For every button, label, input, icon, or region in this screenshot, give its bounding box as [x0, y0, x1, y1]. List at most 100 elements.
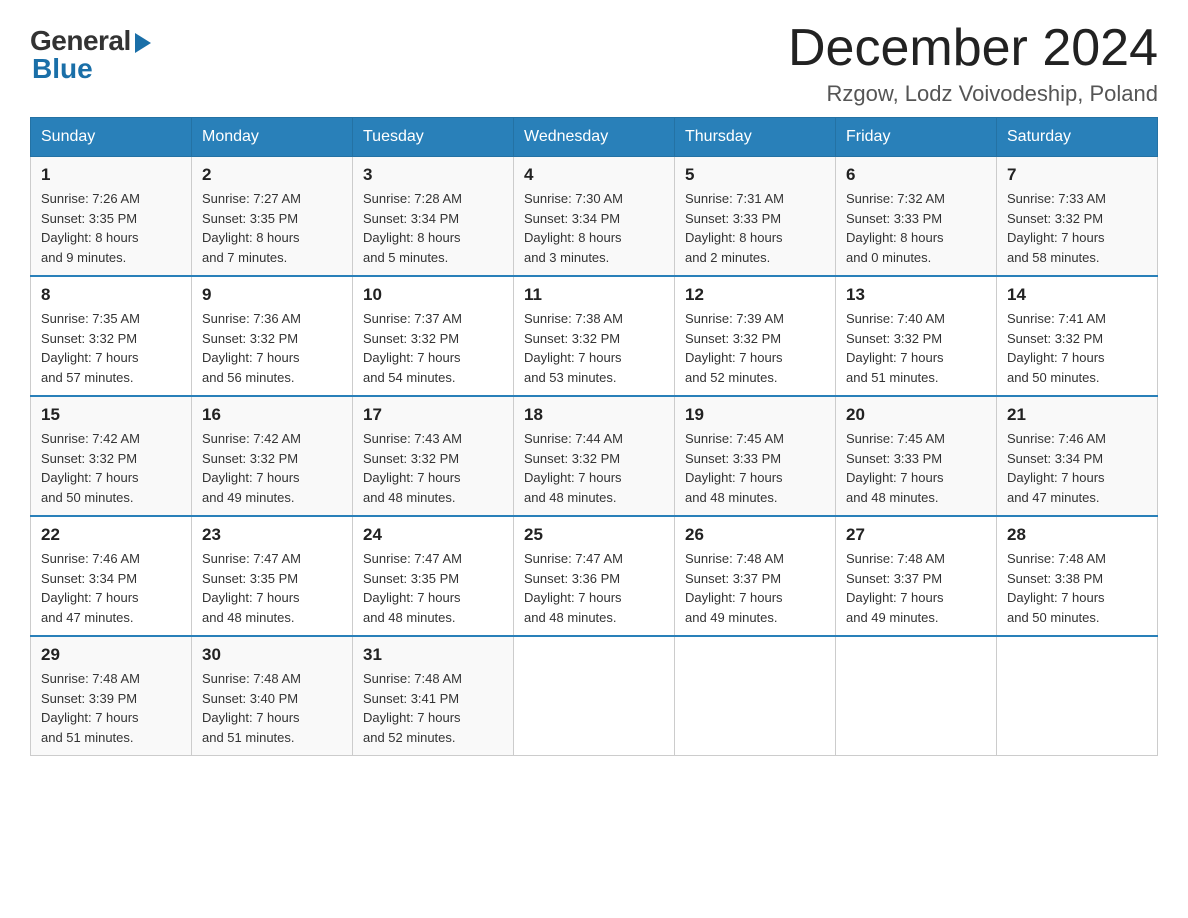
day-info: Sunrise: 7:27 AMSunset: 3:35 PMDaylight:… — [202, 189, 342, 267]
day-number: 22 — [41, 525, 181, 545]
calendar-cell: 16 Sunrise: 7:42 AMSunset: 3:32 PMDayligh… — [192, 396, 353, 516]
page-header: General Blue December 2024 Rzgow, Lodz V… — [30, 20, 1158, 107]
day-info: Sunrise: 7:38 AMSunset: 3:32 PMDaylight:… — [524, 309, 664, 387]
day-info: Sunrise: 7:47 AMSunset: 3:35 PMDaylight:… — [363, 549, 503, 627]
day-number: 16 — [202, 405, 342, 425]
day-info: Sunrise: 7:48 AMSunset: 3:37 PMDaylight:… — [685, 549, 825, 627]
calendar-header-saturday: Saturday — [997, 118, 1158, 157]
day-info: Sunrise: 7:37 AMSunset: 3:32 PMDaylight:… — [363, 309, 503, 387]
calendar-cell: 1Sunrise: 7:26 AMSunset: 3:35 PMDaylight… — [31, 157, 192, 277]
day-number: 23 — [202, 525, 342, 545]
calendar-cell: 9 Sunrise: 7:36 AMSunset: 3:32 PMDaylight… — [192, 276, 353, 396]
day-info: Sunrise: 7:32 AMSunset: 3:33 PMDaylight:… — [846, 189, 986, 267]
calendar-table: SundayMondayTuesdayWednesdayThursdayFrid… — [30, 117, 1158, 756]
day-info: Sunrise: 7:45 AMSunset: 3:33 PMDaylight:… — [685, 429, 825, 507]
calendar-cell: 18Sunrise: 7:44 AMSunset: 3:32 PMDayligh… — [514, 396, 675, 516]
calendar-cell: 27 Sunrise: 7:48 AMSunset: 3:37 PMDayligh… — [836, 516, 997, 636]
day-number: 29 — [41, 645, 181, 665]
calendar-header-monday: Monday — [192, 118, 353, 157]
calendar-cell: 28Sunrise: 7:48 AMSunset: 3:38 PMDayligh… — [997, 516, 1158, 636]
day-number: 6 — [846, 165, 986, 185]
day-info: Sunrise: 7:30 AMSunset: 3:34 PMDaylight:… — [524, 189, 664, 267]
day-info: Sunrise: 7:33 AMSunset: 3:32 PMDaylight:… — [1007, 189, 1147, 267]
logo-blue-text: Blue — [32, 53, 93, 85]
calendar-cell: 19 Sunrise: 7:45 AMSunset: 3:33 PMDayligh… — [675, 396, 836, 516]
calendar-cell: 31 Sunrise: 7:48 AMSunset: 3:41 PMDayligh… — [353, 636, 514, 756]
day-info: Sunrise: 7:42 AMSunset: 3:32 PMDaylight:… — [41, 429, 181, 507]
calendar-cell: 25 Sunrise: 7:47 AMSunset: 3:36 PMDayligh… — [514, 516, 675, 636]
day-info: Sunrise: 7:35 AMSunset: 3:32 PMDaylight:… — [41, 309, 181, 387]
calendar-cell: 8 Sunrise: 7:35 AMSunset: 3:32 PMDaylight… — [31, 276, 192, 396]
calendar-header-sunday: Sunday — [31, 118, 192, 157]
logo: General Blue — [30, 20, 151, 85]
calendar-header-tuesday: Tuesday — [353, 118, 514, 157]
day-number: 26 — [685, 525, 825, 545]
day-info: Sunrise: 7:46 AMSunset: 3:34 PMDaylight:… — [1007, 429, 1147, 507]
day-info: Sunrise: 7:41 AMSunset: 3:32 PMDaylight:… — [1007, 309, 1147, 387]
calendar-cell — [997, 636, 1158, 756]
day-number: 25 — [524, 525, 664, 545]
day-info: Sunrise: 7:45 AMSunset: 3:33 PMDaylight:… — [846, 429, 986, 507]
day-info: Sunrise: 7:28 AMSunset: 3:34 PMDaylight:… — [363, 189, 503, 267]
calendar-week-row: 8 Sunrise: 7:35 AMSunset: 3:32 PMDaylight… — [31, 276, 1158, 396]
calendar-cell: 13 Sunrise: 7:40 AMSunset: 3:32 PMDayligh… — [836, 276, 997, 396]
day-number: 12 — [685, 285, 825, 305]
title-block: December 2024 Rzgow, Lodz Voivodeship, P… — [788, 20, 1158, 107]
calendar-cell — [836, 636, 997, 756]
calendar-cell: 4 Sunrise: 7:30 AMSunset: 3:34 PMDaylight… — [514, 157, 675, 277]
day-number: 21 — [1007, 405, 1147, 425]
day-info: Sunrise: 7:36 AMSunset: 3:32 PMDaylight:… — [202, 309, 342, 387]
day-info: Sunrise: 7:40 AMSunset: 3:32 PMDaylight:… — [846, 309, 986, 387]
day-number: 31 — [363, 645, 503, 665]
day-number: 30 — [202, 645, 342, 665]
calendar-cell: 3Sunrise: 7:28 AMSunset: 3:34 PMDaylight… — [353, 157, 514, 277]
location-text: Rzgow, Lodz Voivodeship, Poland — [788, 81, 1158, 107]
calendar-cell: 11 Sunrise: 7:38 AMSunset: 3:32 PMDayligh… — [514, 276, 675, 396]
day-number: 4 — [524, 165, 664, 185]
day-info: Sunrise: 7:43 AMSunset: 3:32 PMDaylight:… — [363, 429, 503, 507]
day-info: Sunrise: 7:48 AMSunset: 3:40 PMDaylight:… — [202, 669, 342, 747]
calendar-cell: 7 Sunrise: 7:33 AMSunset: 3:32 PMDaylight… — [997, 157, 1158, 277]
day-info: Sunrise: 7:44 AMSunset: 3:32 PMDaylight:… — [524, 429, 664, 507]
day-info: Sunrise: 7:39 AMSunset: 3:32 PMDaylight:… — [685, 309, 825, 387]
day-number: 20 — [846, 405, 986, 425]
day-number: 27 — [846, 525, 986, 545]
day-number: 24 — [363, 525, 503, 545]
logo-arrow-icon — [135, 33, 151, 53]
day-number: 15 — [41, 405, 181, 425]
day-number: 5 — [685, 165, 825, 185]
day-info: Sunrise: 7:48 AMSunset: 3:41 PMDaylight:… — [363, 669, 503, 747]
calendar-week-row: 22Sunrise: 7:46 AMSunset: 3:34 PMDayligh… — [31, 516, 1158, 636]
day-number: 14 — [1007, 285, 1147, 305]
calendar-cell: 26 Sunrise: 7:48 AMSunset: 3:37 PMDayligh… — [675, 516, 836, 636]
calendar-header-thursday: Thursday — [675, 118, 836, 157]
day-number: 8 — [41, 285, 181, 305]
calendar-cell: 2 Sunrise: 7:27 AMSunset: 3:35 PMDaylight… — [192, 157, 353, 277]
day-number: 13 — [846, 285, 986, 305]
day-number: 28 — [1007, 525, 1147, 545]
calendar-header-friday: Friday — [836, 118, 997, 157]
calendar-cell: 23 Sunrise: 7:47 AMSunset: 3:35 PMDayligh… — [192, 516, 353, 636]
calendar-cell: 15 Sunrise: 7:42 AMSunset: 3:32 PMDayligh… — [31, 396, 192, 516]
day-number: 19 — [685, 405, 825, 425]
calendar-week-row: 1Sunrise: 7:26 AMSunset: 3:35 PMDaylight… — [31, 157, 1158, 277]
day-number: 11 — [524, 285, 664, 305]
calendar-cell — [514, 636, 675, 756]
day-number: 7 — [1007, 165, 1147, 185]
calendar-cell — [675, 636, 836, 756]
day-number: 10 — [363, 285, 503, 305]
calendar-week-row: 15 Sunrise: 7:42 AMSunset: 3:32 PMDayligh… — [31, 396, 1158, 516]
day-info: Sunrise: 7:42 AMSunset: 3:32 PMDaylight:… — [202, 429, 342, 507]
calendar-header-wednesday: Wednesday — [514, 118, 675, 157]
day-info: Sunrise: 7:47 AMSunset: 3:35 PMDaylight:… — [202, 549, 342, 627]
day-info: Sunrise: 7:47 AMSunset: 3:36 PMDaylight:… — [524, 549, 664, 627]
calendar-cell: 20 Sunrise: 7:45 AMSunset: 3:33 PMDayligh… — [836, 396, 997, 516]
day-info: Sunrise: 7:48 AMSunset: 3:39 PMDaylight:… — [41, 669, 181, 747]
day-info: Sunrise: 7:48 AMSunset: 3:37 PMDaylight:… — [846, 549, 986, 627]
day-number: 9 — [202, 285, 342, 305]
day-number: 2 — [202, 165, 342, 185]
calendar-cell: 22Sunrise: 7:46 AMSunset: 3:34 PMDayligh… — [31, 516, 192, 636]
calendar-cell: 6 Sunrise: 7:32 AMSunset: 3:33 PMDaylight… — [836, 157, 997, 277]
calendar-cell: 21 Sunrise: 7:46 AMSunset: 3:34 PMDayligh… — [997, 396, 1158, 516]
calendar-header-row: SundayMondayTuesdayWednesdayThursdayFrid… — [31, 118, 1158, 157]
